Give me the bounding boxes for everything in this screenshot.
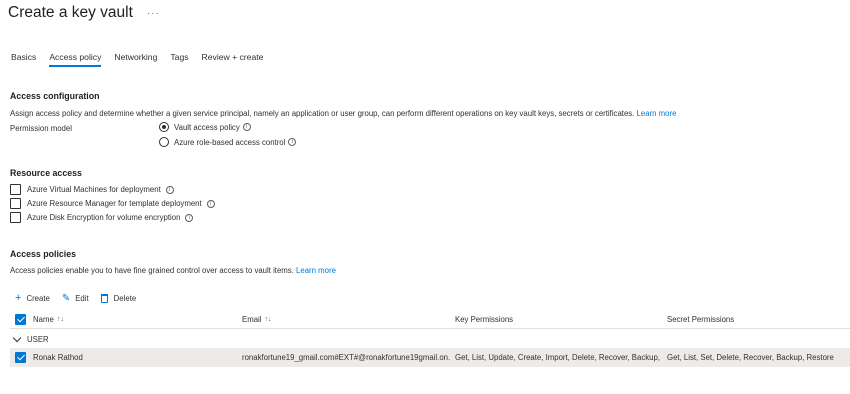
tab-basics[interactable]: Basics (11, 52, 36, 67)
info-icon[interactable]: i (165, 185, 174, 194)
policy-toolbar: + Create ✎ Edit Delete (15, 292, 136, 304)
access-policies-learn-more-link[interactable]: Learn more (296, 266, 336, 275)
access-configuration-text: Assign access policy and determine wheth… (10, 109, 635, 118)
select-all-checkbox[interactable] (15, 313, 26, 325)
chevron-down-icon[interactable] (12, 333, 22, 342)
checkbox-label: Azure Disk Encryption for volume encrypt… (27, 213, 181, 222)
checkbox-label: Azure Virtual Machines for deployment (27, 185, 161, 194)
column-header-secret-permissions: Secret Permissions (667, 314, 735, 324)
sort-icon[interactable]: ↑↓ (57, 316, 64, 323)
access-policies-text: Access policies enable you to have fine … (10, 266, 294, 275)
radio-label: Vault access policy (174, 122, 240, 132)
page-header: Create a key vault ··· (8, 2, 160, 24)
info-icon[interactable]: i (185, 213, 194, 222)
radio-vault-access-policy[interactable]: Vault access policy i (159, 122, 251, 132)
checkbox[interactable] (10, 184, 21, 195)
page-title: Create a key vault (8, 4, 133, 21)
row-name-cell: Ronak Rathod (15, 348, 83, 367)
column-header-name[interactable]: Name (33, 315, 54, 324)
tab-networking[interactable]: Networking (114, 52, 157, 67)
checkbox-disk-encryption[interactable]: Azure Disk Encryption for volume encrypt… (10, 212, 194, 223)
access-configuration-heading: Access configuration (10, 91, 100, 101)
info-icon[interactable]: i (206, 199, 215, 208)
sort-icon[interactable]: ↑↓ (265, 316, 272, 323)
radio-button-unselected[interactable] (159, 137, 169, 147)
tab-access-policy[interactable]: Access policy (49, 52, 102, 67)
policies-grid-header: Name ↑↓ Email ↑↓ Key Permissions Secret … (10, 310, 850, 329)
checkbox-label: Azure Resource Manager for template depl… (27, 199, 202, 208)
edit-label: Edit (75, 293, 89, 303)
permission-model-label: Permission model (10, 124, 72, 133)
delete-button[interactable]: Delete (100, 292, 137, 304)
pencil-icon: ✎ (61, 292, 71, 304)
access-policies-heading: Access policies (10, 249, 77, 259)
row-checkbox[interactable] (15, 352, 26, 363)
group-header-user[interactable]: USER (10, 331, 49, 347)
table-row[interactable]: Ronak Rathod ronakfortune19_gmail.com#EX… (10, 348, 850, 367)
radio-azure-rbac[interactable]: Azure role-based access control i (159, 137, 297, 147)
info-icon[interactable]: i (288, 138, 297, 146)
select-all-cell[interactable]: Name ↑↓ (15, 310, 64, 328)
delete-label: Delete (113, 293, 137, 303)
access-policies-description: Access policies enable you to have fine … (10, 266, 336, 275)
checkbox[interactable] (10, 212, 21, 223)
create-label: Create (26, 293, 50, 303)
checkbox-vm-deployment[interactable]: Azure Virtual Machines for deployment i (10, 184, 174, 195)
column-header-email[interactable]: Email (242, 315, 262, 324)
group-label: USER (27, 334, 49, 344)
radio-label: Azure role-based access control (174, 137, 286, 147)
row-secret-permissions: Get, List, Set, Delete, Recover, Backup,… (667, 353, 834, 362)
access-configuration-learn-more-link[interactable]: Learn more (637, 109, 677, 118)
checkbox[interactable] (10, 198, 21, 209)
access-configuration-description: Assign access policy and determine wheth… (10, 109, 676, 118)
tab-review-create[interactable]: Review + create (202, 52, 264, 67)
row-email: ronakfortune19_gmail.com#EXT#@ronakfortu… (242, 353, 450, 362)
info-icon[interactable]: i (242, 123, 251, 131)
edit-button[interactable]: ✎ Edit (62, 292, 89, 304)
trash-icon (100, 293, 108, 303)
resource-access-heading: Resource access (10, 168, 82, 178)
tab-tags[interactable]: Tags (170, 52, 188, 67)
row-name: Ronak Rathod (33, 353, 83, 362)
tab-bar: Basics Access policy Networking Tags Rev… (11, 52, 263, 67)
more-options-button[interactable]: ··· (147, 8, 160, 19)
column-header-key-permissions: Key Permissions (455, 314, 514, 324)
plus-icon: + (15, 292, 22, 304)
checkbox-arm-deployment[interactable]: Azure Resource Manager for template depl… (10, 198, 215, 209)
create-button[interactable]: + Create (15, 292, 50, 304)
row-key-permissions: Get, List, Update, Create, Import, Delet… (455, 353, 662, 362)
radio-button-selected[interactable] (159, 122, 169, 132)
email-header-cell[interactable]: Email ↑↓ (242, 310, 272, 328)
